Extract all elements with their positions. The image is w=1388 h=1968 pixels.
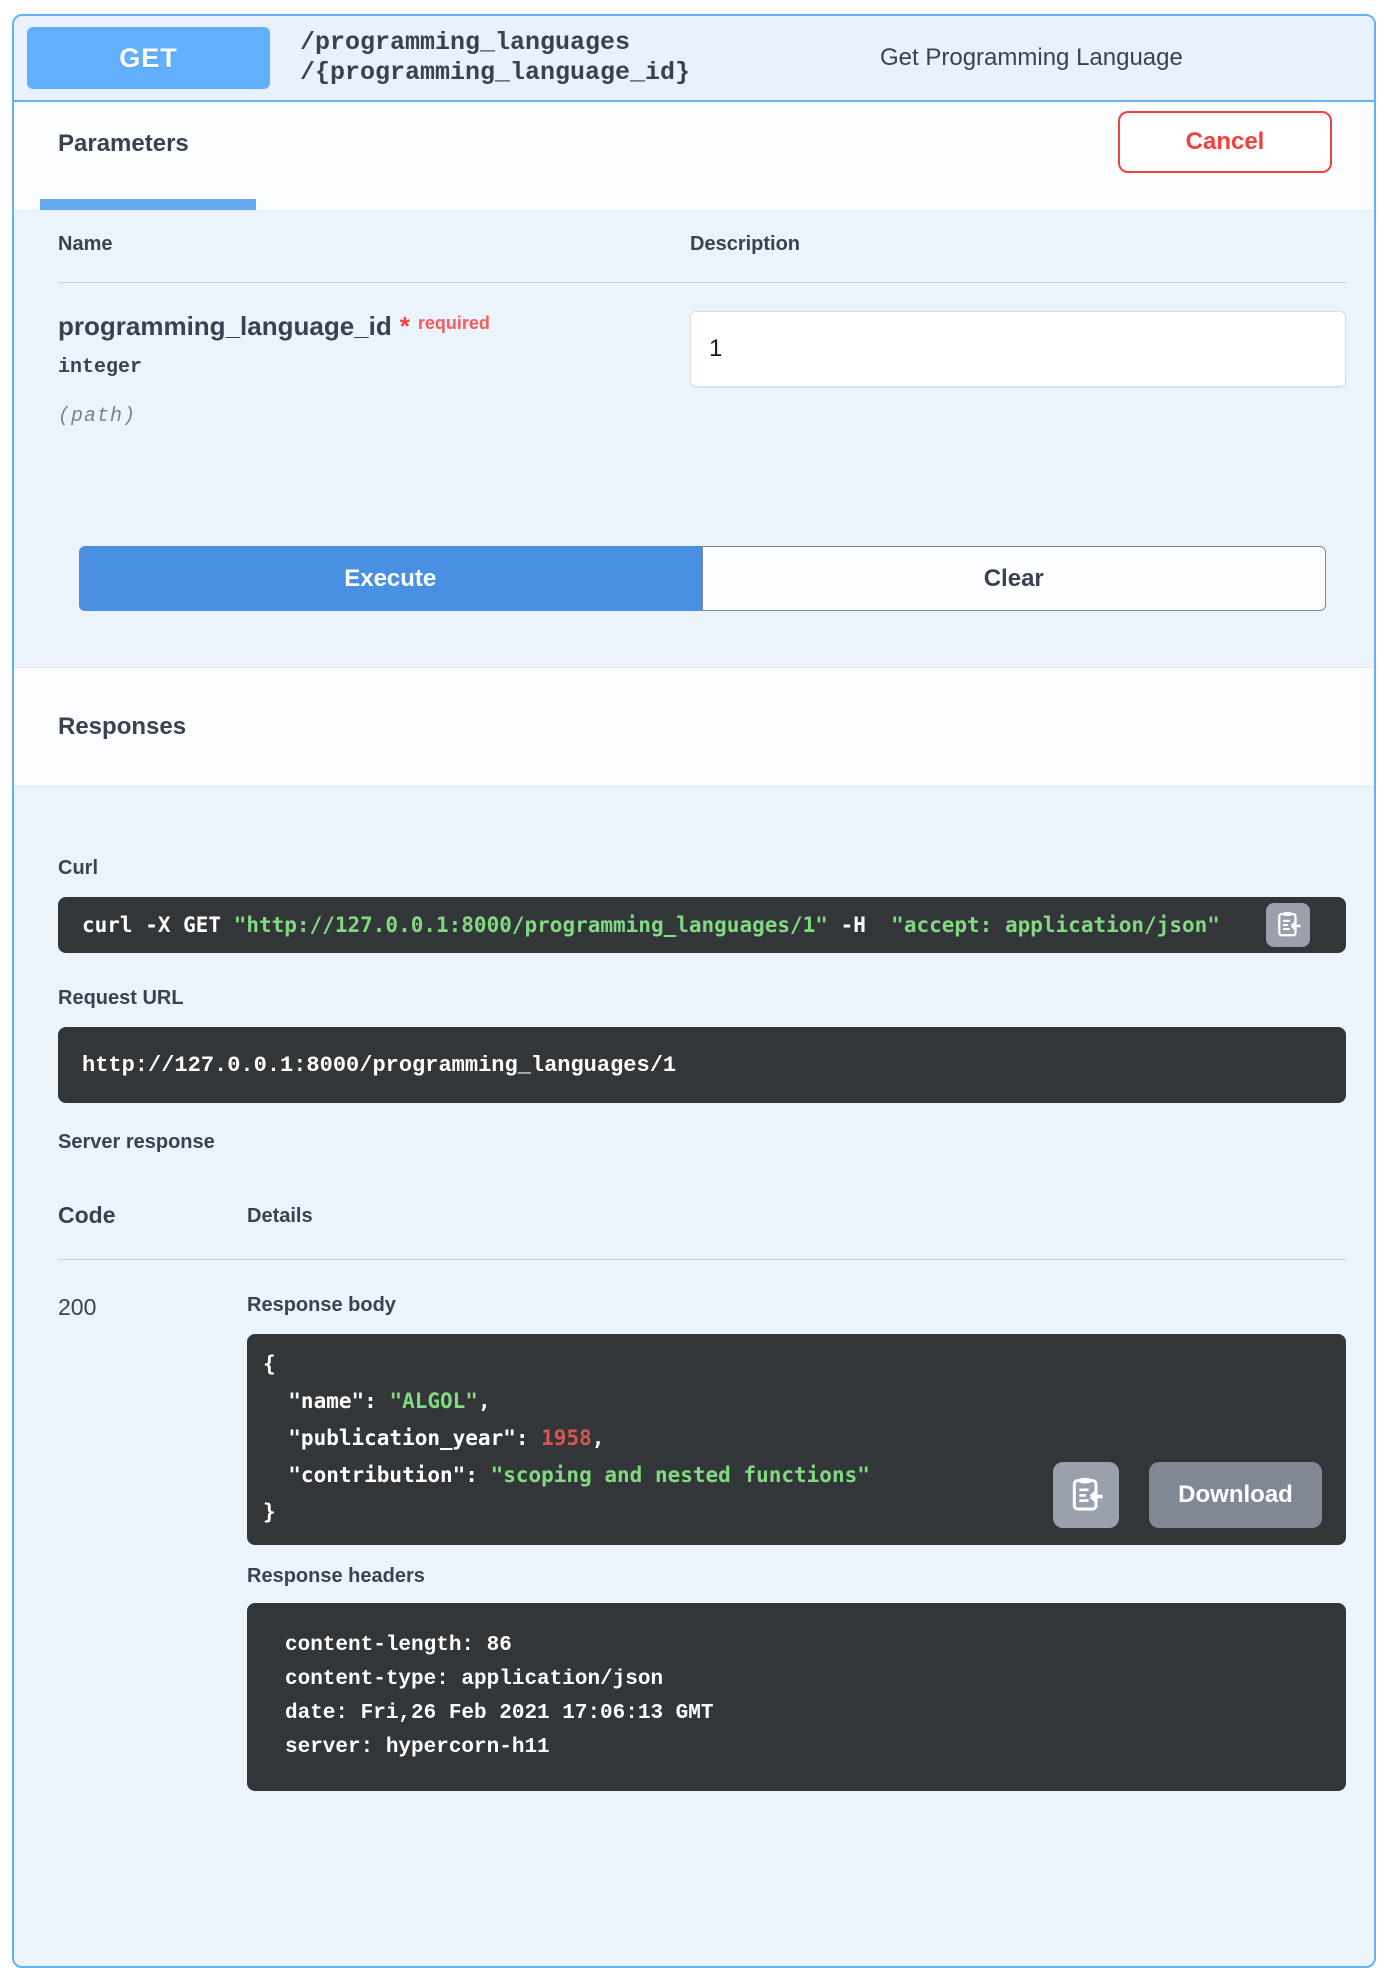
- copy-to-clipboard-icon: [1273, 909, 1303, 942]
- parameter-name-text: programming_language_id: [58, 311, 392, 341]
- parameter-value-input[interactable]: [690, 311, 1346, 387]
- copy-to-clipboard-button[interactable]: [1266, 903, 1310, 947]
- operation-header[interactable]: GET /programming_languages /{programming…: [14, 16, 1374, 102]
- server-response-label: Server response: [58, 1131, 1346, 1154]
- response-headers-text: content-length: 86content-type: applicat…: [285, 1629, 1308, 1765]
- execute-clear-row: Execute Clear: [79, 546, 1326, 611]
- active-tab-underline: [40, 199, 256, 210]
- parameters-body: Name Description programming_language_id…: [14, 211, 1374, 667]
- server-response-row: 200 Response body { "name": "ALGOL", "pu…: [58, 1260, 1346, 1791]
- parameter-name-cell: programming_language_id * required integer…: [58, 311, 690, 428]
- parameter-type: integer: [58, 356, 690, 379]
- request-url-block: http://127.0.0.1:8000/programming_langua…: [58, 1027, 1346, 1103]
- cancel-button[interactable]: Cancel: [1118, 111, 1332, 173]
- copy-response-body-button[interactable]: [1053, 1462, 1119, 1528]
- response-body-label: Response body: [247, 1294, 1346, 1317]
- name-column-header: Name: [58, 233, 690, 282]
- parameters-title: Parameters: [58, 130, 189, 158]
- execute-button[interactable]: Execute: [79, 546, 702, 611]
- response-details-cell: Response body { "name": "ALGOL", "public…: [247, 1294, 1346, 1791]
- parameters-table-header: Name Description: [58, 211, 1346, 283]
- spacer: [58, 611, 1346, 667]
- endpoint-path-line2: /{programming_language_id}: [300, 58, 690, 88]
- curl-command-text: curl -X GET "http://127.0.0.1:8000/progr…: [82, 913, 1220, 937]
- responses-section-header: Responses: [14, 667, 1374, 787]
- request-url-text: http://127.0.0.1:8000/programming_langua…: [82, 1053, 676, 1078]
- parameters-section-header: Parameters Cancel: [14, 102, 1374, 211]
- curl-command-block: curl -X GET "http://127.0.0.1:8000/progr…: [58, 897, 1346, 953]
- responses-title: Responses: [58, 713, 186, 741]
- parameter-name: programming_language_id * required: [58, 311, 690, 342]
- endpoint-path: /programming_languages /{programming_lan…: [300, 28, 690, 88]
- status-code: 200: [58, 1294, 247, 1791]
- details-column-header: Details: [247, 1202, 1346, 1229]
- response-body-block: { "name": "ALGOL", "publication_year": 1…: [247, 1334, 1346, 1545]
- server-response-table-header: Code Details: [58, 1202, 1346, 1260]
- required-label: required: [418, 313, 490, 333]
- download-button[interactable]: Download: [1149, 1462, 1322, 1528]
- required-asterisk: *: [400, 311, 410, 341]
- request-url-label: Request URL: [58, 987, 1346, 1010]
- copy-to-clipboard-icon: [1066, 1474, 1106, 1517]
- response-headers-label: Response headers: [247, 1565, 1346, 1588]
- parameter-description-cell: [690, 311, 1346, 428]
- responses-body: Curl curl -X GET "http://127.0.0.1:8000/…: [14, 787, 1374, 1831]
- endpoint-path-line1: /programming_languages: [300, 28, 690, 58]
- clear-button[interactable]: Clear: [702, 546, 1327, 611]
- response-headers-block: content-length: 86content-type: applicat…: [247, 1603, 1346, 1791]
- code-column-header: Code: [58, 1202, 247, 1229]
- parameter-row: programming_language_id * required integer…: [58, 283, 1346, 428]
- curl-label: Curl: [58, 857, 1346, 880]
- operation-panel: GET /programming_languages /{programming…: [12, 14, 1376, 1968]
- method-badge: GET: [27, 27, 270, 89]
- description-column-header: Description: [690, 233, 1346, 282]
- endpoint-summary: Get Programming Language: [880, 44, 1183, 72]
- parameter-location: (path): [58, 405, 690, 428]
